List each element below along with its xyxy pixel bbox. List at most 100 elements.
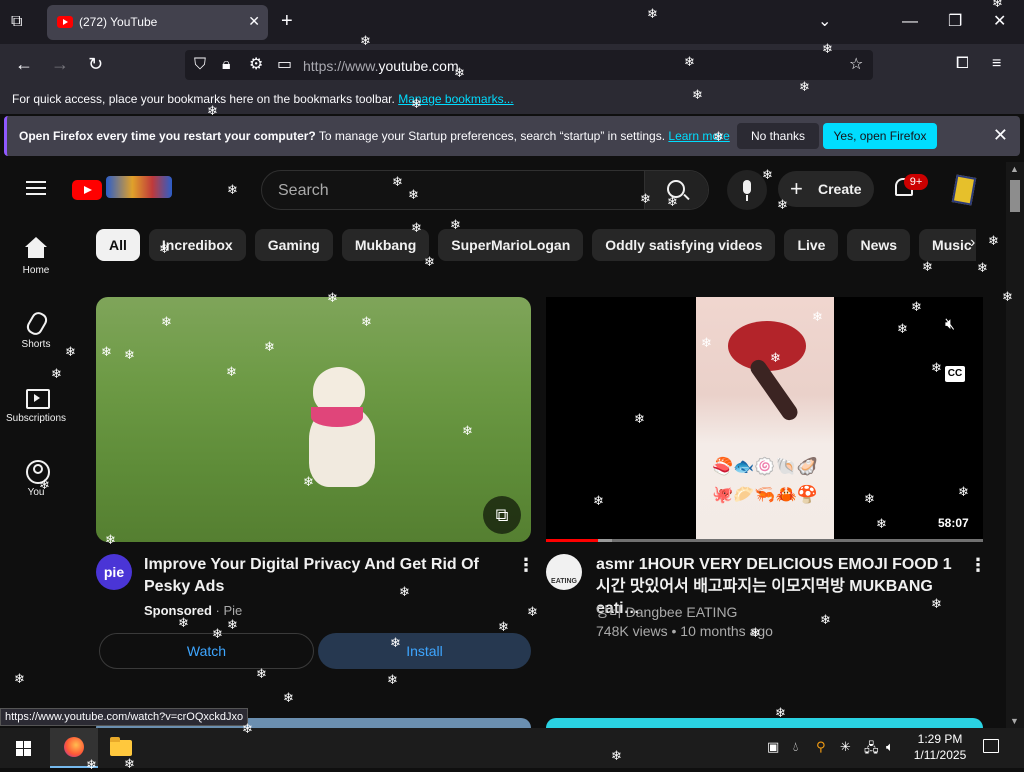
yes-open-firefox-button[interactable]: Yes, open Firefox [823,123,937,149]
chip-supermariologan[interactable]: SuperMarioLogan [438,229,584,261]
youtube-page: + Create 9+ Home Shorts Subscriptions Yo… [0,162,1024,728]
minimize-icon[interactable]: — [902,14,918,30]
ad-title[interactable]: Improve Your Digital Privacy And Get Rid… [144,554,514,598]
tab-title: (272) YouTube [79,15,158,29]
url-text[interactable]: https://www.youtube.com [303,58,459,74]
reload-icon[interactable]: ↻ [88,55,103,73]
windows-start-icon[interactable] [16,741,32,757]
search-input[interactable] [278,180,638,202]
close-window-icon[interactable]: ✕ [993,14,1006,30]
action-center-icon[interactable] [983,739,999,753]
scrollbar-thumb[interactable] [1010,180,1020,212]
menu-icon[interactable]: ≡ [992,56,1001,72]
chip-live[interactable]: Live [784,229,839,261]
bookmarks-message-text: For quick access, place your bookmarks h… [12,92,395,106]
taskbar-clock[interactable]: 1:29 PM 1/11/2025 [900,731,980,763]
chip-mukbang[interactable]: Mukbang [341,229,430,261]
chip-news[interactable]: News [847,229,911,261]
muted-speaker-icon[interactable]: 🔇︎ [945,316,965,336]
video-thumbnail[interactable]: 🍣🐟🍥🐚🦪 🐙🥟🦐🦀🍄 🔇︎ CC 58:07 [546,297,983,542]
chip-music[interactable]: Music [919,229,976,261]
forward-icon[interactable]: → [51,55,69,73]
permissions-icon[interactable]: ⚙ [249,57,263,73]
tab-list-chevron-icon[interactable]: ⌄ [818,14,831,30]
watch-button[interactable]: Watch [99,633,314,669]
account-avatar[interactable] [948,174,976,204]
no-thanks-button[interactable]: No thanks [737,123,819,149]
firefox-icon [64,737,84,757]
voice-search-icon[interactable] [727,170,767,210]
notification-text: To manage your Startup preferences, sear… [315,129,666,143]
notification-count-badge: 9+ [904,174,928,190]
video-progress-bar[interactable] [546,539,983,542]
closed-captions-icon[interactable]: CC [945,366,965,382]
bookmark-star-icon[interactable]: ☆ [849,57,863,73]
address-bar[interactable]: ⛉ 🔒︎ ⚙ ▭ https://www.youtube.com ☆ [185,50,873,80]
sidebar-item-you[interactable]: You [0,459,72,498]
clock-date: 1/11/2025 [913,748,967,762]
next-row-thumbnail-right[interactable] [546,718,983,728]
chip-oddly-satisfying[interactable]: Oddly satisfying videos [592,229,776,261]
new-tab-icon[interactable]: + [281,11,293,31]
learn-more-link[interactable]: Learn more [668,129,729,143]
guide-menu-icon[interactable] [26,181,46,195]
create-button[interactable]: + Create [778,171,874,207]
sidebar-item-home[interactable]: Home [0,237,72,276]
sidebar-item-shorts[interactable]: Shorts [0,311,72,350]
shield-icon[interactable]: ⛉ [194,57,206,73]
chip-all[interactable]: All [96,229,140,261]
search-tray-icon[interactable]: ⚲ [816,739,826,755]
volume-muted-icon[interactable]: 🔈︎ [886,739,894,755]
youtube-logo[interactable] [72,180,102,200]
close-notification-icon[interactable]: ✕ [993,125,1008,146]
home-icon [25,237,47,259]
video-progress-fill [546,539,599,542]
file-explorer-icon[interactable] [110,737,134,757]
video-channel-name[interactable]: 당비 Dangbee EATING [596,602,737,622]
reader-view-icon[interactable]: ▭ [277,57,292,73]
bookmarks-message: For quick access, place your bookmarks h… [12,92,514,106]
sidebar-label-home: Home [22,265,50,276]
network-icon[interactable]: 🖧︎ [864,739,879,761]
list-all-tabs-icon[interactable]: ⧉ [11,14,22,30]
video-more-icon[interactable]: ⋮ [969,555,987,576]
sidebar-label-shorts: Shorts [21,339,51,350]
scroll-down-icon[interactable]: ▼ [1010,716,1019,726]
droplet-icon[interactable]: 💧︎ [793,739,798,755]
chevron-right-icon[interactable]: › [970,234,975,252]
puppy-image [301,367,381,497]
tab-bar: ⧉ (272) YouTube ✕ + ⌄ — ❐ ✕ [0,0,1024,44]
ad-meta: Sponsored · Pie [144,603,243,618]
filter-chips: All Incredibox Gaming Mukbang SuperMarioLoga… [96,229,976,261]
tab-youtube[interactable]: (272) YouTube ✕ [47,5,268,40]
emoji-row-1: 🍣🐟🍥🐚🦪 [712,457,818,476]
video-views: 748K views [596,623,668,639]
external-link-icon[interactable]: ⧉ [483,496,521,534]
ad-channel-avatar[interactable]: pie [96,554,132,590]
extensions-icon[interactable]: ⧠ [956,56,969,72]
ad-more-icon[interactable]: ⋮ [517,555,535,576]
emoji-row-2: 🐙🥟🦐🦀🍄 [712,485,818,504]
install-button[interactable]: Install [318,633,531,669]
taskbar-firefox[interactable] [50,728,98,768]
you-icon [25,459,50,484]
restore-icon[interactable]: ❐ [948,14,962,30]
close-tab-icon[interactable]: ✕ [248,13,260,30]
search-icon[interactable] [644,171,708,209]
notification-bold-text: Open Firefox every time you restart your… [19,129,316,143]
scroll-up-icon[interactable]: ▲ [1010,164,1019,174]
video-channel-avatar[interactable]: EATING [546,554,582,590]
chip-incredibox[interactable]: Incredibox [148,229,246,261]
youtube-doodle[interactable] [106,176,172,198]
page-scrollbar[interactable]: ▲ ▼ [1006,162,1024,728]
chip-gaming[interactable]: Gaming [254,229,333,261]
plus-icon: + [790,176,803,201]
sidebar-item-subscriptions[interactable]: Subscriptions [0,385,72,424]
manage-bookmarks-link[interactable]: Manage bookmarks... [398,92,513,106]
snowflake-tray-icon[interactable]: ✳ [840,739,851,755]
ad-thumbnail[interactable]: ⧉ [96,297,531,542]
lock-icon[interactable]: 🔒︎ [222,57,231,73]
back-icon[interactable]: ← [15,55,33,73]
tray-app-icon[interactable]: ▣ [767,739,779,755]
emoji-food-row: 🍣🐟🍥🐚🦪 🐙🥟🦐🦀🍄 [702,453,828,509]
